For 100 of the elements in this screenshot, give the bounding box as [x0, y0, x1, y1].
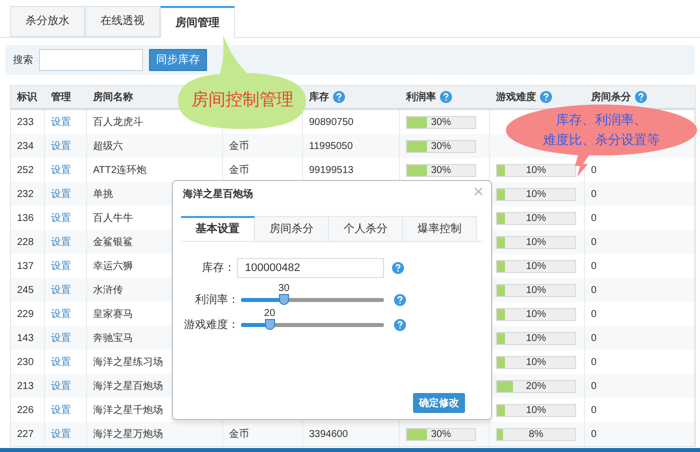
table-cell-text: 213 [17, 380, 34, 394]
sync-button[interactable]: 同步库存 [149, 49, 207, 71]
slider-reading: 30 [278, 282, 290, 296]
settings-link[interactable]: 设置 [51, 282, 71, 298]
table-cell-text: 百人龙虎斗 [93, 116, 143, 130]
progress-reading: 10% [526, 308, 546, 322]
table-cell-text: 海洋之星千炮场 [93, 404, 163, 418]
table-cell-text: 金鲨银鲨 [93, 236, 133, 250]
dialog-title: 海洋之星百炮场 [183, 187, 253, 202]
tab[interactable]: 杀分放水 [10, 6, 85, 37]
settings-link[interactable]: 设置 [51, 210, 71, 226]
table-cell-text: 229 [17, 308, 34, 322]
table-cell-text: 0 [591, 164, 597, 178]
table-cell-text: 230 [17, 356, 34, 370]
table-cell-text: 水浒传 [93, 284, 123, 298]
table-cell-text: 金币 [229, 428, 249, 442]
progress-reading: 30% [430, 428, 451, 442]
dialog-tab[interactable]: 基本设置 [181, 216, 255, 241]
settings-link[interactable]: 设置 [51, 426, 71, 442]
progress-reading: 20% [526, 380, 546, 394]
table-cell-text: 99199513 [309, 164, 354, 178]
column-header: 标识 [17, 90, 37, 104]
help-icon [392, 262, 404, 274]
table-cell-text: 143 [17, 332, 34, 346]
table-cell-text: 0 [591, 188, 597, 202]
field-label: 库存： [201, 260, 235, 276]
table-cell-text: 皇家赛马 [93, 308, 133, 322]
table-cell-text: 0 [591, 212, 597, 226]
table-cell-text: 136 [17, 212, 34, 226]
dialog-tab[interactable]: 个人杀分 [329, 216, 403, 241]
column-header: 房间名称 [93, 90, 133, 104]
progress-reading: 30% [430, 116, 451, 130]
table-cell-text: 百人牛牛 [93, 212, 133, 226]
table-cell-text: 0 [591, 260, 597, 274]
table-cell-text: 金币 [229, 164, 249, 178]
table-cell-text: ATT2连环炮 [93, 164, 147, 178]
progress-reading: 10% [526, 332, 546, 346]
table-cell-text: 奔驰宝马 [93, 332, 133, 346]
table-cell-text: 0 [591, 236, 597, 250]
table-cell-text: 233 [17, 116, 34, 130]
progress-reading: 10% [526, 356, 546, 370]
progress-reading: 30% [430, 140, 451, 154]
search-field[interactable] [39, 49, 143, 71]
progress-reading: 10% [526, 188, 546, 202]
settings-link[interactable]: 设置 [51, 354, 71, 370]
settings-link[interactable]: 设置 [51, 162, 71, 178]
table-cell-text: 海洋之星练习场 [93, 356, 163, 370]
table-cell-text: 137 [17, 260, 34, 274]
progress-reading: 10% [526, 236, 546, 250]
search-label: 搜索 [13, 54, 33, 68]
tab[interactable]: 房间管理 [160, 6, 235, 38]
progress-reading: 10% [526, 404, 546, 418]
settings-link[interactable]: 设置 [51, 138, 71, 154]
progress-reading: 10% [526, 164, 546, 178]
table-cell-text: 超级六 [93, 140, 123, 154]
settings-link[interactable]: 设置 [51, 306, 71, 322]
settings-link[interactable]: 设置 [51, 258, 71, 274]
column-header: 房间杀分 [591, 90, 631, 104]
callout-text: 房间控制管理 [192, 89, 294, 111]
table-cell-text: 245 [17, 284, 34, 298]
tab[interactable]: 在线透视 [85, 6, 160, 37]
confirm-button[interactable]: 确定修改 [413, 393, 465, 413]
stock-field[interactable]: 100000482 [237, 258, 384, 278]
callout-text: 库存、利润率、 [556, 111, 647, 129]
column-header: 游戏难度 [496, 90, 536, 104]
table-cell-text: 228 [17, 236, 34, 250]
dialog-tab[interactable]: 房间杀分 [255, 216, 329, 241]
table-cell-text: 单挑 [93, 188, 113, 202]
column-header: 利润率 [406, 90, 436, 104]
settings-link[interactable]: 设置 [51, 234, 71, 250]
dialog-tab[interactable]: 爆率控制 [403, 216, 477, 241]
table-cell-text: 90890750 [309, 116, 354, 130]
table-cell-text: 0 [591, 404, 597, 418]
settings-link[interactable]: 设置 [51, 114, 71, 130]
settings-link[interactable]: 设置 [51, 402, 71, 418]
progress-reading: 10% [526, 284, 546, 298]
table-cell-text: 0 [591, 332, 597, 346]
slider-label: 游戏难度： [183, 318, 239, 333]
help-icon [394, 294, 406, 306]
progress-reading: 8% [528, 428, 544, 442]
table-cell-text: 0 [591, 380, 597, 394]
table-cell-text: 金币 [229, 140, 249, 154]
slider-thumb[interactable] [278, 294, 289, 306]
table-cell-text: 226 [17, 404, 34, 418]
table-cell-text: 幸运六狮 [93, 260, 133, 274]
slider-thumb[interactable] [264, 319, 275, 330]
progress-reading: 10% [526, 212, 546, 226]
column-header: 库存 [309, 90, 329, 104]
table-cell-text: 252 [17, 164, 34, 178]
table-cell-text: 11995050 [309, 140, 353, 154]
progress-reading: 10% [526, 260, 546, 274]
settings-link[interactable]: 设置 [51, 186, 71, 202]
settings-link[interactable]: 设置 [51, 330, 71, 346]
table-cell-text: 0 [591, 428, 597, 442]
table-cell-text: 234 [17, 140, 34, 154]
progress-reading: 30% [430, 164, 451, 178]
settings-link[interactable]: 设置 [51, 378, 71, 394]
slider-label: 利润率： [194, 292, 239, 308]
table-cell-text: 海洋之星百炮场 [93, 380, 163, 394]
column-header: 管理 [51, 90, 71, 104]
